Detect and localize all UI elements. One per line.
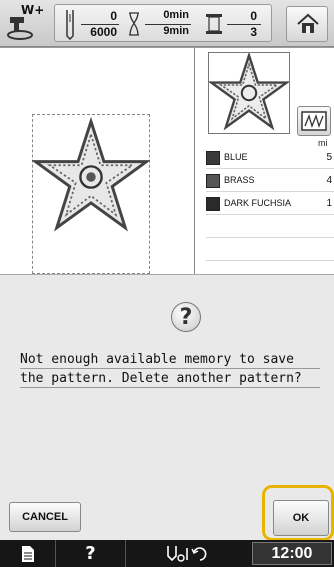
bottom-button-settings[interactable] (126, 540, 248, 567)
presser-foot-indicator: W+ (4, 3, 44, 43)
color-row[interactable]: DARK FUCHSIA 1 (206, 192, 334, 215)
star-preview-icon (207, 51, 291, 131)
color-name: BRASS (224, 175, 255, 185)
cancel-button[interactable]: CANCEL (9, 502, 81, 532)
time-current: 0min (163, 9, 189, 21)
embroidery-edit-area: mi BLUE 5 BRASS 4 DARK FUCHSIA 1 (0, 48, 334, 284)
presser-foot-icon (7, 17, 33, 40)
stitch-view-icon (301, 111, 327, 131)
needle-icon (66, 10, 74, 40)
color-count-current: 0 (250, 9, 257, 23)
color-swatch (206, 197, 220, 211)
thread-color-list: BLUE 5 BRASS 4 DARK FUCHSIA 1 (206, 146, 334, 284)
pattern-preview (207, 51, 291, 134)
settings-icon (167, 546, 207, 562)
dialog-message-line: the pattern. Delete another pattern? (20, 369, 320, 388)
document-icon (21, 546, 34, 562)
memory-warning-dialog: ? Not enough available memory to save th… (0, 274, 334, 541)
dialog-message: Not enough available memory to save the … (20, 350, 320, 388)
dialog-message-line: Not enough available memory to save (20, 350, 320, 369)
bottom-bar: ? 12:00 (0, 540, 334, 567)
ok-button[interactable]: OK (273, 500, 329, 536)
color-time: 4 (326, 175, 332, 186)
home-icon (297, 13, 319, 33)
color-swatch (206, 174, 220, 188)
stitch-counter-panel: 0 6000 0min 9min 0 3 (54, 4, 272, 42)
color-row[interactable]: BRASS 4 (206, 169, 334, 192)
time-total: 9min (163, 25, 189, 37)
color-time: 1 (326, 198, 332, 209)
stitch-count-current: 0 (110, 9, 117, 23)
color-row[interactable]: BLUE 5 (206, 146, 334, 169)
help-icon: ? (85, 543, 96, 564)
color-count-total: 3 (250, 25, 257, 39)
stitch-count-total: 6000 (90, 25, 117, 39)
question-icon: ? (171, 302, 201, 332)
stitch-simulator-button[interactable] (297, 106, 331, 136)
status-bar: W+ 0 6000 0min 9min 0 3 (0, 0, 334, 47)
thread-spool-icon (206, 14, 222, 34)
color-time: 5 (326, 152, 332, 163)
color-swatch (206, 151, 220, 165)
panel-divider (194, 48, 195, 274)
color-name: BLUE (224, 152, 248, 162)
embroidery-frame (32, 114, 150, 274)
bottom-button-help[interactable]: ? (56, 540, 126, 567)
empty-color-row (206, 238, 334, 261)
star-pattern-icon (32, 117, 150, 232)
empty-color-row (206, 215, 334, 238)
hourglass-icon (129, 12, 139, 36)
home-button[interactable] (286, 6, 328, 42)
color-name: DARK FUCHSIA (224, 198, 292, 208)
bottom-button-manual[interactable] (0, 540, 56, 567)
clock-display: 12:00 (252, 542, 332, 565)
